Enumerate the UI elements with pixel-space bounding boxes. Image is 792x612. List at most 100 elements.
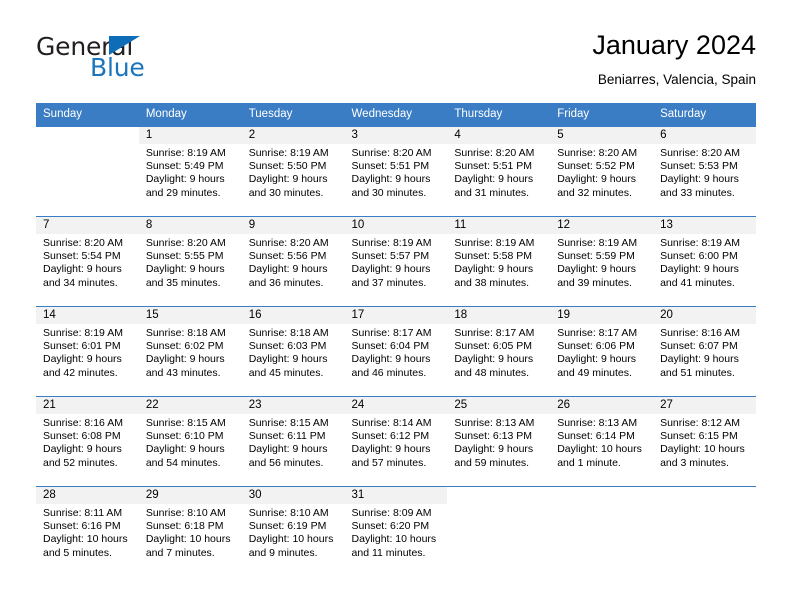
calendar-day-cell[interactable]: 22 Sunrise: 8:15 AM Sunset: 6:10 PM Dayligh… xyxy=(138,396,242,487)
day-details: Sunrise: 8:20 AM Sunset: 5:55 PM Daylight:… xyxy=(139,234,242,290)
calendar-day-cell[interactable]: 2 Sunrise: 8:19 AM Sunset: 5:50 PM Daylight… xyxy=(241,126,345,217)
day-details: Sunrise: 8:17 AM Sunset: 6:04 PM Daylight:… xyxy=(345,324,448,380)
daylight-text-line2: and 7 minutes. xyxy=(145,546,215,559)
day-number: 11 xyxy=(447,217,551,235)
calendar-day-cell[interactable]: 18 Sunrise: 8:17 AM Sunset: 6:05 PM Dayligh… xyxy=(447,306,551,397)
calendar-day-cell[interactable]: 20 Sunrise: 8:16 AM Sunset: 6:07 PM Dayligh… xyxy=(653,306,756,397)
weekday-header-monday: Monday xyxy=(138,103,242,127)
daylight-text-line1: Daylight: 9 hours xyxy=(557,173,637,186)
calendar-day-cell[interactable]: 7 Sunrise: 8:20 AM Sunset: 5:54 PM Daylight… xyxy=(36,216,139,307)
calendar-day-cell[interactable]: 13 Sunrise: 8:19 AM Sunset: 6:00 PM Dayligh… xyxy=(653,216,756,307)
daylight-text-line2: and 33 minutes. xyxy=(660,186,735,199)
day-number: 7 xyxy=(36,217,139,235)
sunset-text: Sunset: 6:19 PM xyxy=(248,520,327,533)
day-number: 26 xyxy=(550,397,654,415)
day-cell: 13 Sunrise: 8:19 AM Sunset: 6:00 PM Dayligh… xyxy=(653,217,756,306)
calendar-day-cell[interactable]: 5 Sunrise: 8:20 AM Sunset: 5:52 PM Daylight… xyxy=(550,126,654,217)
sunrise-text: Sunrise: 8:10 AM xyxy=(145,507,226,520)
empty-day-cell xyxy=(447,487,550,576)
day-number: 21 xyxy=(36,397,139,415)
day-details: Sunrise: 8:17 AM Sunset: 6:05 PM Daylight:… xyxy=(447,324,550,380)
sunset-text: Sunset: 6:10 PM xyxy=(145,430,224,443)
day-number: 8 xyxy=(138,217,242,235)
daylight-text-line2: and 5 minutes. xyxy=(43,546,112,559)
calendar-day-cell[interactable]: 16 Sunrise: 8:18 AM Sunset: 6:03 PM Dayligh… xyxy=(241,306,345,397)
calendar-day-cell[interactable]: 24 Sunrise: 8:14 AM Sunset: 6:12 PM Dayligh… xyxy=(344,396,448,487)
page-subtitle: Beniarres, Valencia, Spain xyxy=(597,72,756,88)
day-cell: 10 Sunrise: 8:19 AM Sunset: 5:57 PM Dayligh… xyxy=(344,217,448,306)
sunset-text: Sunset: 6:20 PM xyxy=(351,520,430,533)
sunset-text: Sunset: 5:53 PM xyxy=(660,160,738,173)
calendar-day-cell[interactable]: 10 Sunrise: 8:19 AM Sunset: 5:57 PM Dayligh… xyxy=(344,216,448,307)
calendar-day-cell[interactable]: 23 Sunrise: 8:15 AM Sunset: 6:11 PM Dayligh… xyxy=(241,396,345,487)
calendar-day-cell[interactable]: 14 Sunrise: 8:19 AM Sunset: 6:01 PM Dayligh… xyxy=(36,306,139,397)
sunrise-text: Sunrise: 8:15 AM xyxy=(145,417,226,430)
calendar-day-cell[interactable]: 11 Sunrise: 8:19 AM Sunset: 5:58 PM Dayligh… xyxy=(447,216,551,307)
calendar-day-cell[interactable]: 28 Sunrise: 8:11 AM Sunset: 6:16 PM Dayligh… xyxy=(36,486,139,577)
calendar-day-cell[interactable]: 29 Sunrise: 8:10 AM Sunset: 6:18 PM Dayligh… xyxy=(138,486,242,577)
daylight-text-line1: Daylight: 9 hours xyxy=(43,263,122,276)
calendar-day-cell[interactable]: 9 Sunrise: 8:20 AM Sunset: 5:56 PM Daylight… xyxy=(241,216,345,307)
day-details: Sunrise: 8:18 AM Sunset: 6:02 PM Daylight:… xyxy=(139,324,242,380)
day-number: 15 xyxy=(138,307,242,325)
day-number xyxy=(550,487,653,504)
day-number: 20 xyxy=(653,307,756,325)
calendar-day-cell[interactable]: 4 Sunrise: 8:20 AM Sunset: 5:51 PM Daylight… xyxy=(447,126,551,217)
daylight-text-line1: Daylight: 10 hours xyxy=(557,443,642,456)
sunrise-text: Sunrise: 8:17 AM xyxy=(351,327,432,340)
day-number: 19 xyxy=(550,307,654,325)
day-cell: 1 Sunrise: 8:19 AM Sunset: 5:49 PM Daylight… xyxy=(138,127,242,216)
calendar-day-cell[interactable]: 31 Sunrise: 8:09 AM Sunset: 6:20 PM Dayligh… xyxy=(344,486,448,577)
daylight-text-line1: Daylight: 9 hours xyxy=(43,353,122,366)
calendar-day-cell[interactable]: 12 Sunrise: 8:19 AM Sunset: 5:59 PM Dayligh… xyxy=(550,216,654,307)
sunset-text: Sunset: 5:55 PM xyxy=(145,250,224,263)
day-number: 18 xyxy=(447,307,551,325)
sunset-text: Sunset: 6:08 PM xyxy=(43,430,121,443)
daylight-text-line2: and 39 minutes. xyxy=(557,276,632,289)
empty-day-cell xyxy=(550,487,653,576)
sunrise-text: Sunrise: 8:20 AM xyxy=(43,237,123,250)
calendar-day-cell[interactable]: 19 Sunrise: 8:17 AM Sunset: 6:06 PM Dayligh… xyxy=(550,306,654,397)
empty-day-cell xyxy=(36,127,139,216)
daylight-text-line1: Daylight: 9 hours xyxy=(660,353,739,366)
day-number xyxy=(36,127,139,144)
day-cell: 16 Sunrise: 8:18 AM Sunset: 6:03 PM Dayligh… xyxy=(241,307,345,396)
weekday-header-wednesday: Wednesday xyxy=(344,103,448,127)
sunrise-text: Sunrise: 8:19 AM xyxy=(43,327,123,340)
calendar-day-cell[interactable]: 21 Sunrise: 8:16 AM Sunset: 6:08 PM Dayligh… xyxy=(36,396,139,487)
calendar-day-cell[interactable]: 8 Sunrise: 8:20 AM Sunset: 5:55 PM Daylight… xyxy=(138,216,242,307)
day-details: Sunrise: 8:15 AM Sunset: 6:11 PM Daylight:… xyxy=(242,414,345,470)
daylight-text-line1: Daylight: 10 hours xyxy=(43,533,128,546)
daylight-text-line1: Daylight: 9 hours xyxy=(454,443,534,456)
sunset-text: Sunset: 6:02 PM xyxy=(145,340,224,353)
calendar-body: 1 Sunrise: 8:19 AM Sunset: 5:49 PM Daylight… xyxy=(36,126,756,577)
general-blue-logo[interactable]: General Blue xyxy=(36,28,156,80)
day-number: 29 xyxy=(138,487,242,505)
daylight-text-line1: Daylight: 9 hours xyxy=(660,173,739,186)
daylight-text-line2: and 32 minutes. xyxy=(557,186,632,199)
day-cell: 24 Sunrise: 8:14 AM Sunset: 6:12 PM Dayligh… xyxy=(344,397,448,486)
daylight-text-line2: and 1 minute. xyxy=(557,456,621,469)
calendar-day-cell[interactable]: 3 Sunrise: 8:20 AM Sunset: 5:51 PM Daylight… xyxy=(344,126,448,217)
calendar-day-cell[interactable]: 17 Sunrise: 8:17 AM Sunset: 6:04 PM Dayligh… xyxy=(344,306,448,397)
daylight-text-line2: and 37 minutes. xyxy=(351,276,427,289)
daylight-text-line1: Daylight: 10 hours xyxy=(351,533,437,546)
calendar-day-cell[interactable]: 15 Sunrise: 8:18 AM Sunset: 6:02 PM Dayligh… xyxy=(138,306,242,397)
daylight-text-line2: and 45 minutes. xyxy=(248,366,324,379)
calendar-day-cell[interactable]: 6 Sunrise: 8:20 AM Sunset: 5:53 PM Daylight… xyxy=(653,126,756,217)
day-details: Sunrise: 8:10 AM Sunset: 6:18 PM Daylight:… xyxy=(139,504,242,560)
sunrise-text: Sunrise: 8:16 AM xyxy=(43,417,123,430)
calendar-day-cell[interactable]: 1 Sunrise: 8:19 AM Sunset: 5:49 PM Daylight… xyxy=(138,126,242,217)
sunrise-text: Sunrise: 8:14 AM xyxy=(351,417,432,430)
sunset-text: Sunset: 6:07 PM xyxy=(660,340,738,353)
daylight-text-line1: Daylight: 9 hours xyxy=(145,173,225,186)
calendar-week-row: 14 Sunrise: 8:19 AM Sunset: 6:01 PM Dayligh… xyxy=(36,306,756,397)
sunrise-text: Sunrise: 8:19 AM xyxy=(351,237,432,250)
calendar-day-cell xyxy=(653,486,756,577)
day-details: Sunrise: 8:19 AM Sunset: 5:57 PM Daylight:… xyxy=(345,234,448,290)
calendar-day-cell[interactable]: 25 Sunrise: 8:13 AM Sunset: 6:13 PM Dayligh… xyxy=(447,396,551,487)
calendar-day-cell[interactable]: 27 Sunrise: 8:12 AM Sunset: 6:15 PM Dayligh… xyxy=(653,396,756,487)
calendar-day-cell[interactable]: 30 Sunrise: 8:10 AM Sunset: 6:19 PM Dayligh… xyxy=(241,486,345,577)
calendar-day-cell[interactable]: 26 Sunrise: 8:13 AM Sunset: 6:14 PM Dayligh… xyxy=(550,396,654,487)
day-cell: 5 Sunrise: 8:20 AM Sunset: 5:52 PM Daylight… xyxy=(550,127,654,216)
